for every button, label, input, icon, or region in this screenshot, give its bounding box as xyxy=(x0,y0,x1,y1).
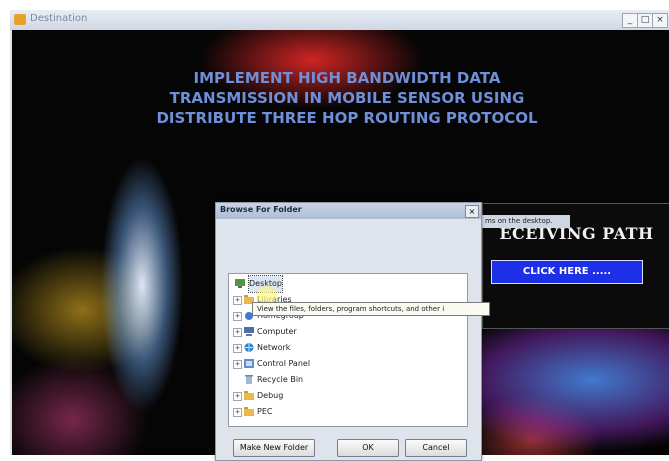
control-panel-icon xyxy=(244,359,254,368)
desktop-tooltip: View the files, folders, program shortcu… xyxy=(252,302,490,316)
dialog-close-button[interactable]: × xyxy=(465,205,479,218)
desktop-tooltip-fragment: ms on the desktop. xyxy=(482,215,570,228)
make-new-folder-button[interactable]: Make New Folder xyxy=(233,439,315,457)
title-bar[interactable]: Destination _ □ × xyxy=(10,10,669,30)
browse-for-folder-dialog: Browse For Folder × Desktop + Libraries … xyxy=(215,202,490,461)
close-button[interactable]: × xyxy=(652,13,668,28)
dialog-title-bar[interactable]: Browse For Folder × xyxy=(216,203,481,219)
minimize-button[interactable]: _ xyxy=(622,13,638,28)
desktop-icon xyxy=(235,279,245,288)
tree-item-label: Debug xyxy=(257,391,284,400)
expand-icon[interactable]: + xyxy=(233,392,242,401)
tree-item-label: Computer xyxy=(257,327,297,336)
tree-item-label: Network xyxy=(257,343,291,352)
ok-button[interactable]: OK xyxy=(337,439,399,457)
maximize-button[interactable]: □ xyxy=(637,13,653,28)
computer-icon xyxy=(244,327,254,336)
destination-window: Destination _ □ × IMPLEMENT HIGH BANDWID… xyxy=(10,10,669,461)
network-icon xyxy=(244,343,254,352)
click-here-button[interactable]: CLICK HERE ..... xyxy=(491,260,643,284)
recycle-bin-icon xyxy=(245,375,253,384)
folder-icon xyxy=(244,407,254,416)
cancel-button[interactable]: Cancel xyxy=(405,439,467,457)
expand-icon[interactable]: + xyxy=(233,344,242,353)
window-title: Destination xyxy=(30,13,88,24)
expand-icon[interactable]: + xyxy=(233,328,242,337)
folder-icon xyxy=(244,391,254,400)
expand-icon[interactable]: + xyxy=(233,296,242,305)
tree-item-label: PEC xyxy=(257,407,273,416)
app-icon xyxy=(14,14,26,25)
tree-item-label: Recycle Bin xyxy=(257,375,304,384)
expand-icon[interactable]: + xyxy=(233,360,242,369)
expand-icon[interactable]: + xyxy=(233,312,242,321)
project-heading: IMPLEMENT HIGH BANDWIDTH DATA TRANSMISSI… xyxy=(156,69,538,127)
expand-icon[interactable]: + xyxy=(233,408,242,417)
dialog-title: Browse For Folder xyxy=(220,205,302,214)
tree-item-label: Control Panel xyxy=(257,359,311,368)
